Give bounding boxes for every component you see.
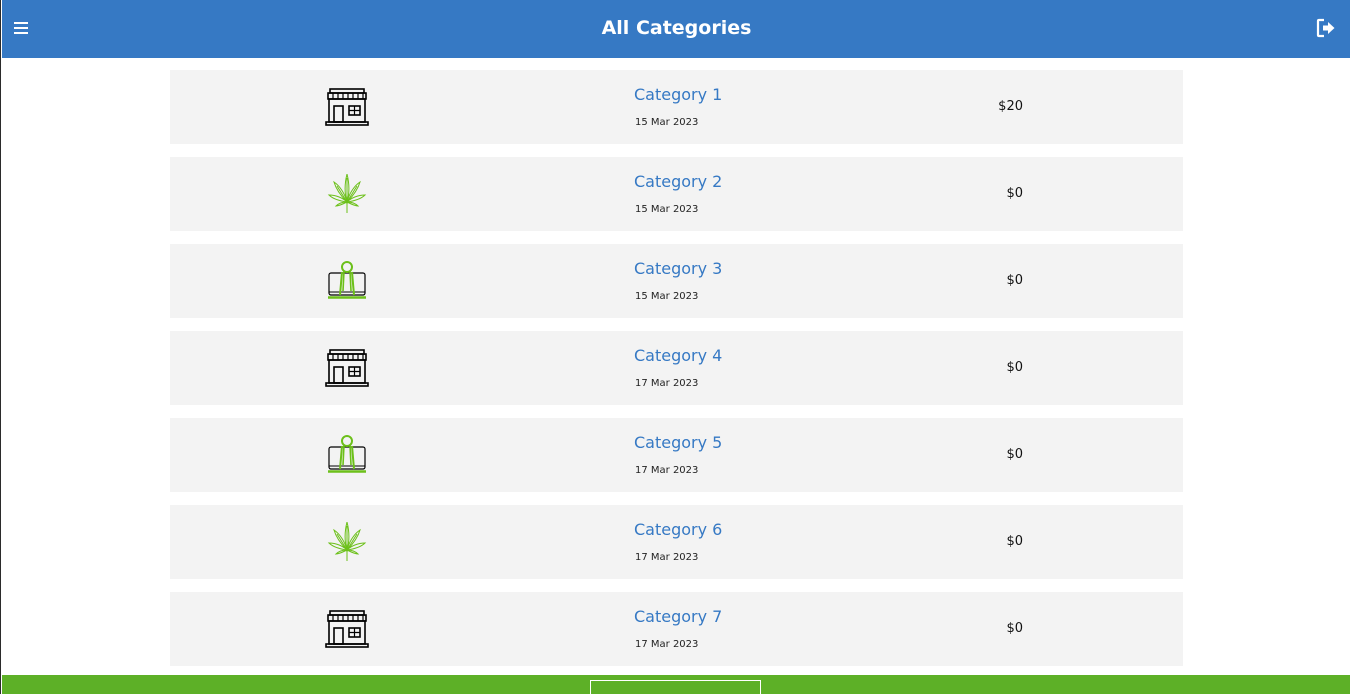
storefront-icon bbox=[325, 87, 369, 127]
category-row[interactable]: Category 5 17 Mar 2023 $0 bbox=[170, 418, 1183, 492]
category-date: 17 Mar 2023 bbox=[635, 639, 699, 650]
category-amount: $0 bbox=[1006, 360, 1023, 375]
category-amount: $0 bbox=[1006, 621, 1023, 636]
category-name-link[interactable]: Category 1 bbox=[634, 85, 722, 105]
category-name-link[interactable]: Category 5 bbox=[634, 433, 722, 453]
cannabis-leaf-icon bbox=[325, 521, 369, 562]
category-amount: $0 bbox=[1006, 534, 1023, 549]
binder-clip-icon bbox=[325, 261, 369, 301]
category-row[interactable]: Category 2 15 Mar 2023 $0 bbox=[170, 157, 1183, 231]
category-name-link[interactable]: Category 7 bbox=[634, 607, 722, 627]
category-row[interactable]: Category 1 15 Mar 2023 $20 bbox=[170, 70, 1183, 144]
category-amount: $20 bbox=[998, 99, 1023, 114]
category-amount: $0 bbox=[1006, 273, 1023, 288]
category-name-link[interactable]: Category 6 bbox=[634, 520, 722, 540]
category-date: 17 Mar 2023 bbox=[635, 552, 699, 563]
top-app-bar: All Categories bbox=[2, 0, 1350, 58]
category-name-link[interactable]: Category 3 bbox=[634, 259, 722, 279]
storefront-icon bbox=[325, 348, 369, 388]
category-row[interactable]: Category 7 17 Mar 2023 $0 bbox=[170, 592, 1183, 666]
footer-action-button[interactable] bbox=[590, 680, 761, 694]
category-date: 15 Mar 2023 bbox=[635, 117, 699, 128]
category-row[interactable]: Category 3 15 Mar 2023 $0 bbox=[170, 244, 1183, 318]
category-date: 15 Mar 2023 bbox=[635, 204, 699, 215]
category-amount: $0 bbox=[1006, 447, 1023, 462]
category-list: Category 1 15 Mar 2023 $20 Category 2 15 Ma… bbox=[170, 70, 1183, 679]
sign-out-icon[interactable] bbox=[1315, 17, 1337, 39]
cannabis-leaf-icon bbox=[325, 173, 369, 214]
app-frame: All Categories Category 1 15 Mar 2023 $20 bbox=[0, 0, 1350, 694]
binder-clip-icon bbox=[325, 435, 369, 475]
storefront-icon bbox=[325, 609, 369, 649]
category-row[interactable]: Category 6 17 Mar 2023 $0 bbox=[170, 505, 1183, 579]
category-date: 15 Mar 2023 bbox=[635, 291, 699, 302]
category-amount: $0 bbox=[1006, 186, 1023, 201]
category-date: 17 Mar 2023 bbox=[635, 378, 699, 389]
category-date: 17 Mar 2023 bbox=[635, 465, 699, 476]
category-name-link[interactable]: Category 4 bbox=[634, 346, 722, 366]
page-title: All Categories bbox=[601, 17, 752, 39]
category-row[interactable]: Category 4 17 Mar 2023 $0 bbox=[170, 331, 1183, 405]
category-name-link[interactable]: Category 2 bbox=[634, 172, 722, 192]
bottom-action-bar bbox=[2, 675, 1350, 694]
